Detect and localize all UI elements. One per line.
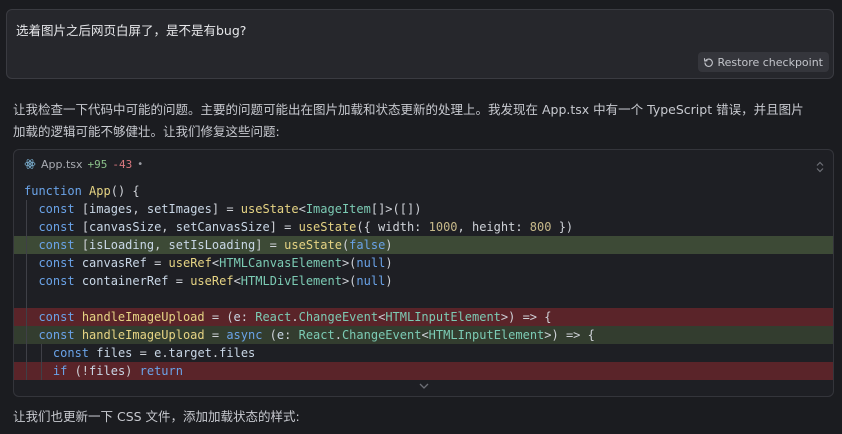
unsaved-dot: •	[137, 158, 144, 170]
code-line-removed: const handleImageUpload = (e: React.Chan…	[14, 308, 833, 326]
code-line	[14, 290, 833, 308]
code-line: function App() {	[24, 184, 140, 198]
assistant-intro-line-1: 让我检查一下代码中可能的问题。主要的问题可能出在图片加载和状态更新的处理上。我发…	[13, 102, 804, 117]
code-line: const [canvasSize, setCanvasSize] = useS…	[14, 218, 833, 236]
code-line: const containerRef = useRef<HTMLDivEleme…	[14, 272, 833, 290]
assistant-followup-text: 让我们也更新一下 CSS 文件，添加加载状态的样式:	[13, 409, 300, 424]
code-diff-panel: App.tsx +95 -43 • function App() { const…	[13, 149, 834, 397]
code-line-added: const [isLoading, setIsLoading] = useSta…	[14, 236, 833, 254]
react-icon	[24, 158, 36, 170]
code-line-added: const handleImageUpload = async (e: Reac…	[14, 326, 833, 344]
code-diff-header[interactable]: App.tsx +95 -43 •	[14, 150, 833, 178]
assistant-message: 让我检查一下代码中可能的问题。主要的问题可能出在图片加载和状态更新的处理上。我发…	[13, 99, 831, 143]
code-line: const files = e.target.files	[14, 344, 833, 362]
user-message-card: 选着图片之后网页白屏了，是不是有bug? Restore checkpoint	[6, 9, 834, 79]
restore-icon	[703, 57, 714, 68]
restore-checkpoint-label: Restore checkpoint	[717, 55, 824, 69]
code-body[interactable]: function App() { const [images, setImage…	[14, 182, 833, 380]
removed-lines-count: -43	[112, 157, 133, 171]
code-line: const canvasRef = useRef<HTMLCanvasEleme…	[14, 254, 833, 272]
added-lines-count: +95	[87, 157, 108, 171]
restore-checkpoint-button[interactable]: Restore checkpoint	[697, 52, 829, 72]
assistant-intro-line-2: 加载的逻辑可能不够健壮。让我们修复这些问题:	[13, 124, 280, 139]
code-line: const [images, setImages] = useState<Ima…	[14, 200, 833, 218]
user-message-text: 选着图片之后网页白屏了，是不是有bug?	[16, 23, 247, 38]
chevron-down-icon[interactable]	[418, 375, 430, 394]
code-file-name[interactable]: App.tsx	[41, 158, 83, 171]
expand-icon[interactable]	[815, 158, 825, 177]
